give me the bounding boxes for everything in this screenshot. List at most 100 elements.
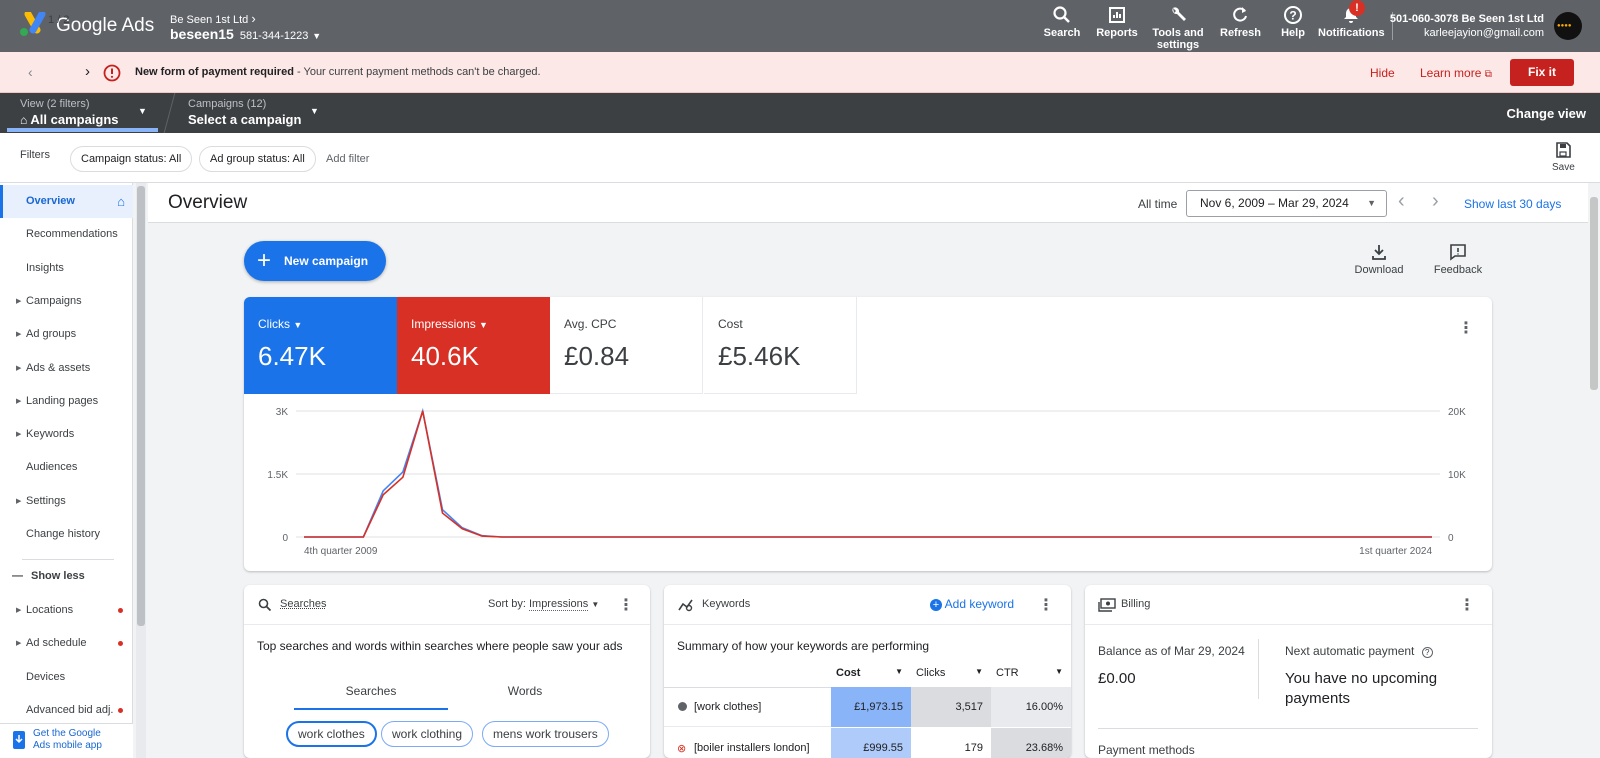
performance-chart: 3K 20K 1.5K 10K 0 0 4th quarter 2009 1st quarte… [267, 407, 1466, 557]
next-period-button[interactable]: › [1432, 190, 1439, 213]
sidebar-item-campaigns[interactable]: ▶ Campaigns [0, 285, 133, 318]
reports-button[interactable]: Reports [1096, 5, 1138, 39]
refresh-button[interactable]: Refresh [1220, 5, 1261, 39]
hide-alert-link[interactable]: Hide [1370, 66, 1395, 80]
help-button[interactable]: ? Help [1278, 5, 1308, 39]
date-range-picker[interactable]: Nov 6, 2009 – Mar 29, 2024 ▼ [1186, 190, 1387, 217]
table-row[interactable]: ⊗ [boiler installers london] £999.55 179… [664, 728, 1071, 758]
campaign-selector[interactable]: Campaigns (12) Select a campaign [188, 98, 328, 130]
google-ads-logo-icon[interactable] [18, 12, 48, 38]
metric-label: Impressions ▼ [411, 317, 488, 331]
home-icon: ⌂ [20, 113, 28, 127]
x-start-label: 4th quarter 2009 [304, 546, 378, 557]
more-options-icon[interactable]: ⋮ [1038, 595, 1054, 615]
show-last-30-days-link[interactable]: Show last 30 days [1464, 197, 1561, 211]
chevron-right-icon[interactable]: › [85, 63, 90, 80]
more-options-icon[interactable]: ⋮ [1458, 318, 1474, 338]
keyword-text[interactable]: [work clothes] [694, 687, 761, 727]
error-icon [103, 64, 121, 82]
column-header-clicks[interactable]: Clicks ▼ [911, 667, 991, 679]
divider [1098, 728, 1478, 729]
sidebar-item-label: Recommendations [26, 228, 118, 241]
search-button[interactable]: Search [1042, 5, 1082, 39]
ad-group-status-filter[interactable]: Ad group status: All [199, 146, 316, 172]
column-header-ctr[interactable]: CTR ▼ [991, 667, 1071, 679]
new-campaign-button[interactable]: + New campaign [244, 241, 386, 281]
view-selected-indicator [7, 128, 158, 132]
add-filter-button[interactable]: Add filter [326, 153, 369, 165]
avatar[interactable]: ●●●● [1554, 12, 1582, 40]
metric-avg-cpc[interactable]: Avg. CPC £0.84 [550, 297, 703, 394]
caret-down-icon[interactable]: ▼ [310, 106, 319, 116]
account-switcher[interactable]: beseen15 581-344-1223 ▼ [170, 26, 321, 42]
previous-period-button[interactable]: ‹ [1398, 190, 1405, 213]
sidebar-item-devices[interactable]: Devices [0, 661, 133, 694]
sidebar-item-settings[interactable]: ▶ Settings [0, 485, 133, 518]
change-view-button[interactable]: Change view [1507, 106, 1586, 121]
brand-name[interactable]: Google Ads [56, 15, 154, 37]
learn-more-link[interactable]: Learn more ⧉ [1420, 66, 1492, 80]
caret-down-icon: ▼ [479, 320, 488, 330]
table-row[interactable]: [work clothes] £1,973.15 3,517 16.00% [664, 687, 1071, 727]
sidebar-item-ad-groups[interactable]: ▶ Ad groups [0, 318, 133, 351]
chevron-left-icon[interactable]: ‹ [28, 64, 33, 80]
sidebar-item-recommendations[interactable]: Recommendations [0, 218, 133, 251]
card-title[interactable]: Searches [280, 598, 326, 610]
sidebar-item-advanced-bid-adj[interactable]: Advanced bid adj. [0, 694, 133, 727]
feedback-button[interactable]: Feedback [1432, 243, 1484, 276]
sidebar-item-ads-assets[interactable]: ▶ Ads & assets [0, 352, 133, 385]
card-description: Summary of how your keywords are perform… [677, 639, 930, 653]
sort-selector[interactable]: Sort by: Impressions ▼ [488, 598, 599, 611]
metric-clicks[interactable]: Clicks ▼ 6.47K [244, 297, 397, 394]
tools-settings-button[interactable]: Tools and settings [1152, 5, 1204, 51]
user-email[interactable]: karleejayion@gmail.com [1424, 27, 1544, 39]
plus-icon: + [257, 247, 272, 274]
save-button[interactable]: Save [1552, 141, 1575, 173]
user-account-id[interactable]: 501-060-3078 Be Seen 1st Ltd [1390, 13, 1544, 25]
status-enabled-icon [678, 702, 687, 711]
sidebar-item-change-history[interactable]: Change history [0, 518, 133, 551]
fix-it-button[interactable]: Fix it [1510, 59, 1574, 86]
collapse-icon: — [12, 570, 23, 582]
top-bar: Google Ads Be Seen 1st Ltd › beseen15 581… [0, 0, 1600, 52]
search-term-pill[interactable]: work clothing [381, 721, 474, 747]
campaign-current: Select a campaign [188, 112, 302, 127]
metric-cost[interactable]: Cost £5.46K [704, 297, 857, 394]
download-button[interactable]: Download [1354, 243, 1404, 276]
search-term-pill[interactable]: mens work trousers [482, 721, 609, 747]
sidebar-item-insights[interactable]: Insights [0, 252, 133, 285]
tab-searches[interactable]: Searches [294, 684, 448, 698]
metric-value: 40.6K [411, 341, 479, 371]
column-header-cost[interactable]: Cost ▼ [831, 667, 911, 679]
reports-icon [1109, 7, 1125, 23]
metric-impressions[interactable]: Impressions ▼ 40.6K [397, 297, 550, 394]
feedback-icon [1450, 244, 1466, 261]
sidebar-scrollbar-thumb[interactable] [137, 186, 145, 626]
main-scrollbar-thumb[interactable] [1590, 197, 1598, 390]
sidebar-item-keywords[interactable]: ▶ Keywords [0, 418, 133, 451]
more-options-icon[interactable]: ⋮ [618, 595, 634, 615]
caret-down-icon[interactable]: ▼ [138, 106, 147, 116]
keyword-text[interactable]: [boiler installers london] [694, 728, 810, 758]
sidebar-item-landing-pages[interactable]: ▶ Landing pages [0, 385, 133, 418]
plus-circle-icon: + [930, 599, 942, 611]
sidebar-item-overview[interactable]: Overview ⌂ [0, 185, 133, 218]
campaign-status-filter[interactable]: Campaign status: All [70, 146, 193, 172]
mobile-app-promo[interactable]: Get the Google Ads mobile app [0, 723, 133, 758]
account-parent[interactable]: Be Seen 1st Ltd › [170, 11, 256, 26]
sidebar-item-ad-schedule[interactable]: ▶ Ad schedule [0, 627, 133, 660]
search-term-pill[interactable]: work clothes [286, 721, 377, 747]
show-less-button[interactable]: — Show less [12, 570, 85, 582]
help-circle-icon[interactable]: ? [1421, 647, 1433, 658]
expand-arrow-icon: ▶ [16, 364, 22, 372]
sidebar-item-audiences[interactable]: Audiences [0, 451, 133, 484]
sidebar-item-label: Ad groups [26, 328, 77, 341]
show-less-label: Show less [31, 570, 85, 582]
tab-words[interactable]: Words [448, 684, 602, 698]
sidebar-item-locations[interactable]: ▶ Locations [0, 594, 133, 627]
add-keyword-button[interactable]: + Add keyword [930, 597, 1014, 611]
metric-label: Avg. CPC [564, 317, 617, 331]
mobile-app-text: Get the Google Ads mobile app [33, 728, 102, 751]
more-options-icon[interactable]: ⋮ [1459, 595, 1475, 615]
y-right-tick-label: 10K [1448, 470, 1466, 481]
